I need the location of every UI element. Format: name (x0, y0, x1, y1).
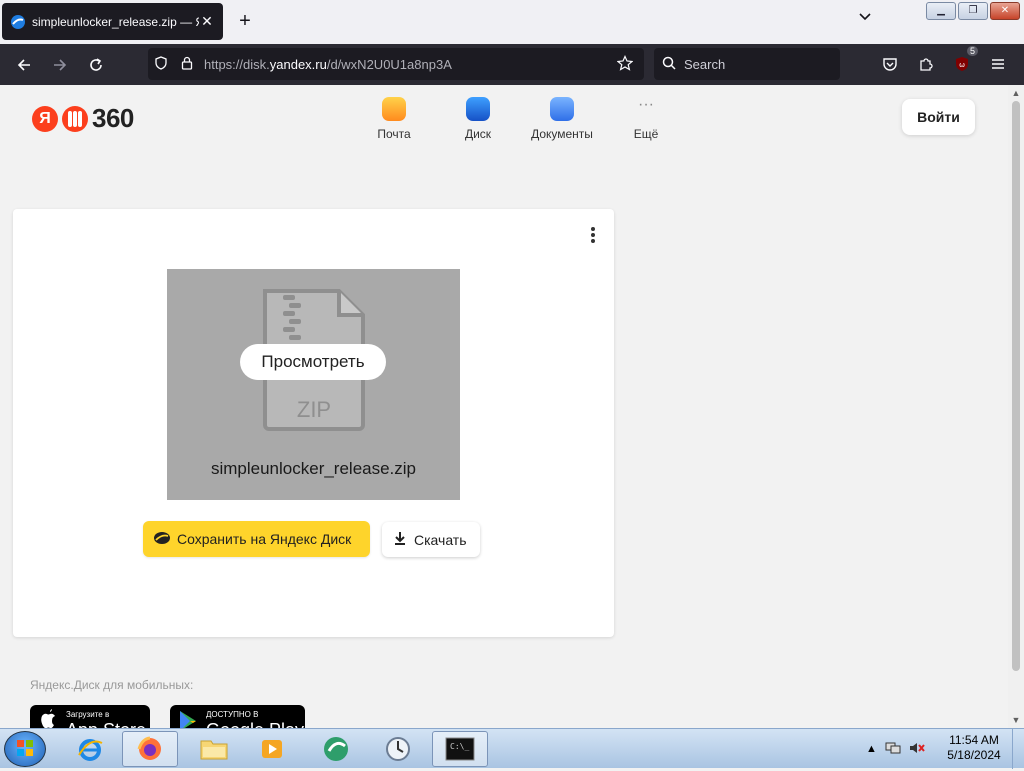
save-button-label: Сохранить на Яндекс Диск (177, 531, 352, 547)
clock-date: 5/18/2024 (947, 748, 1001, 762)
restore-button[interactable]: ❐ (958, 2, 988, 20)
file-preview[interactable]: ZIP Просмотреть simpleunlocker_release.z… (167, 269, 460, 500)
documents-icon (550, 97, 574, 121)
scroll-down-arrow-icon[interactable]: ▼ (1008, 712, 1024, 728)
tray-expand-icon[interactable]: ▲ (866, 743, 877, 755)
services-nav: Почта Диск Документы ··· Ещё (352, 96, 688, 142)
start-button[interactable] (4, 731, 46, 767)
app-store-badge[interactable]: Загрузите в App Store (30, 705, 150, 728)
browser-toolbar: https://disk.yandex.ru/d/wxN2U0U1a8np3A … (0, 44, 1024, 85)
internet-explorer-icon[interactable] (62, 731, 118, 767)
bookmark-star-icon[interactable] (612, 54, 638, 74)
scroll-up-arrow-icon[interactable]: ▲ (1008, 85, 1024, 101)
file-explorer-icon[interactable] (186, 731, 242, 767)
network-icon[interactable] (885, 741, 901, 758)
pocket-icon[interactable] (872, 48, 908, 80)
google-play-badge[interactable]: ДОСТУПНО В Google Play (170, 705, 305, 728)
logo-ya-glyph: Я (32, 105, 58, 132)
back-arrow-icon[interactable] (6, 49, 42, 81)
file-card: ZIP Просмотреть simpleunlocker_release.z… (13, 209, 614, 637)
preview-button[interactable]: Просмотреть (240, 344, 386, 380)
clock-app-icon[interactable] (370, 731, 426, 767)
service-mail[interactable]: Почта (352, 97, 436, 141)
reload-icon[interactable] (78, 49, 114, 81)
download-button-label: Скачать (414, 531, 467, 548)
app-green-icon[interactable] (308, 731, 364, 767)
tab-title: simpleunlocker_release.zip — Я (32, 14, 199, 29)
scrollbar-thumb[interactable] (1012, 101, 1020, 671)
windows-logo-icon (17, 740, 33, 756)
new-tab-button[interactable]: + (233, 9, 257, 33)
zip-label: ZIP (297, 397, 331, 422)
firefox-taskbar-icon[interactable] (122, 731, 178, 767)
search-icon (662, 56, 676, 73)
browser-tab-strip: simpleunlocker_release.zip — Я ✕ + ▁ ❐ ✕ (0, 0, 1024, 44)
extension-badge: 5 (966, 46, 978, 56)
window-controls: ▁ ❐ ✕ (926, 2, 1020, 20)
toolbar-right-icons: ω 5 (872, 46, 1016, 80)
tab-list-chevron-down-icon[interactable] (853, 10, 877, 34)
windows-taskbar: C:\_ ▲ 11:54 AM 5/18/2024 (0, 728, 1024, 769)
ublock-extension-icon[interactable]: ω 5 (944, 46, 980, 80)
url-text: https://disk.yandex.ru/d/wxN2U0U1a8np3A (204, 56, 452, 72)
file-name: simpleunlocker_release.zip (210, 459, 417, 478)
apple-icon (41, 709, 55, 728)
page-content: Я 360 Почта Диск Документы ··· Ещё Войти (0, 85, 1008, 728)
extensions-puzzle-icon[interactable] (908, 48, 944, 80)
service-documents[interactable]: Документы (520, 97, 604, 141)
close-window-button[interactable]: ✕ (990, 2, 1020, 20)
more-options-kebab-icon[interactable] (587, 225, 599, 245)
search-placeholder: Search (684, 56, 726, 72)
service-more[interactable]: ··· Ещё (604, 96, 688, 142)
show-desktop-button[interactable] (1012, 729, 1024, 769)
system-clock[interactable]: 11:54 AM 5/18/2024 (944, 733, 1004, 763)
yandex-disk-favicon-icon (11, 14, 25, 29)
browser-tab-active[interactable]: simpleunlocker_release.zip — Я ✕ (2, 3, 223, 40)
search-input[interactable]: Search (654, 48, 840, 80)
media-player-icon[interactable] (244, 731, 300, 767)
login-button[interactable]: Войти (902, 99, 975, 135)
disk-logo-icon (153, 531, 171, 548)
logo-bars-glyph (62, 105, 88, 132)
system-tray: ▲ (866, 733, 925, 765)
svg-text:C:\_: C:\_ (450, 742, 469, 751)
shield-icon[interactable] (148, 55, 174, 73)
mobile-apps-label: Яндекс.Диск для мобильных: (30, 678, 194, 692)
more-dots-icon: ··· (638, 96, 654, 113)
logo-number: 360 (92, 103, 134, 133)
service-disk[interactable]: Диск (436, 97, 520, 141)
hamburger-menu-icon[interactable] (980, 48, 1016, 80)
lock-icon[interactable] (174, 56, 200, 73)
clock-time: 11:54 AM (949, 733, 999, 747)
minimize-button[interactable]: ▁ (926, 2, 956, 20)
address-bar[interactable]: https://disk.yandex.ru/d/wxN2U0U1a8np3A (148, 48, 644, 80)
yandex-360-logo[interactable]: Я 360 (32, 103, 134, 134)
google-play-icon (180, 711, 196, 728)
mail-envelope-icon (382, 97, 406, 121)
volume-muted-icon[interactable] (909, 741, 925, 758)
page-scrollbar[interactable]: ▲ ▼ (1008, 85, 1024, 728)
download-button[interactable]: Скачать (382, 522, 480, 557)
svg-text:ω: ω (959, 61, 965, 69)
download-icon (394, 531, 406, 548)
disk-cloud-icon (466, 97, 490, 121)
save-to-disk-button[interactable]: Сохранить на Яндекс Диск (143, 521, 370, 557)
tab-close-icon[interactable]: ✕ (199, 13, 215, 30)
forward-arrow-icon[interactable] (42, 49, 78, 81)
command-prompt-icon[interactable]: C:\_ (432, 731, 488, 767)
